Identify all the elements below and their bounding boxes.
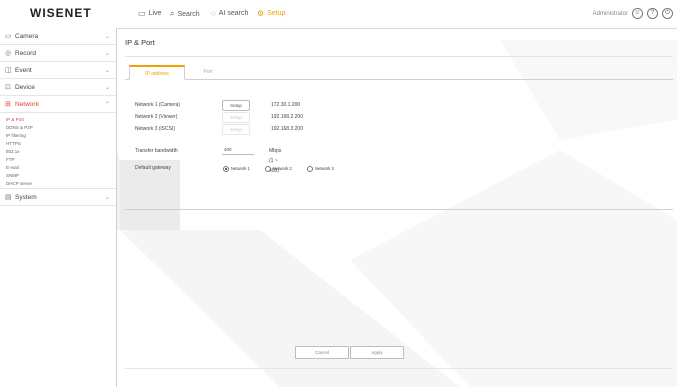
sidebar-sub-8021x[interactable]: 802.1x — [0, 148, 116, 156]
user-name[interactable]: Administrator — [593, 11, 628, 17]
chevron-down-icon: ⌄ — [104, 84, 110, 91]
sidebar-sub-snmp[interactable]: SNMP — [0, 172, 116, 180]
system-icon: ▤ — [5, 194, 12, 201]
sidebar-sub-dhcp-server[interactable]: DHCP server — [0, 180, 116, 188]
network-2-label: Network 2 (Viewer) — [135, 114, 178, 120]
top-right-controls: Administrator ☺ ? ⏻ — [593, 8, 673, 19]
apply-button[interactable]: Apply — [350, 346, 404, 359]
title-divider — [125, 56, 673, 57]
sidebar-sub-ftp[interactable]: FTP — [0, 156, 116, 164]
chevron-up-icon: ⌃ — [104, 101, 110, 108]
page-title: IP & Port — [125, 38, 155, 47]
sidebar-sub-https[interactable]: HTTPS — [0, 140, 116, 148]
chevron-down-icon: ⌄ — [104, 194, 110, 201]
network-3-label: Network 3 (iSCSI) — [135, 126, 176, 132]
bandwidth-input[interactable]: 400 — [222, 146, 254, 155]
monitor-icon: ▭ — [138, 9, 146, 18]
device-icon: ⊡ — [5, 84, 11, 91]
sidebar-item-device[interactable]: ⊡ Device ⌄ — [0, 79, 116, 96]
network-3-setup-button[interactable]: Setup — [222, 124, 250, 135]
nav-ai-search[interactable]: ◌ AI search — [211, 9, 248, 18]
sidebar-item-record[interactable]: ◎ Record ⌄ — [0, 45, 116, 62]
brand-logo: WISENET — [30, 6, 92, 20]
sidebar-item-camera[interactable]: ▭ Camera ⌄ — [0, 28, 116, 45]
help-icon[interactable]: ? — [647, 8, 658, 19]
sidebar-sub-ip-filtering[interactable]: IP filtering — [0, 132, 116, 140]
tab-bar: IP address Port — [125, 65, 673, 80]
ai-search-icon: ◌ — [211, 9, 216, 18]
radio-icon — [265, 166, 271, 172]
network-1-label: Network 1 (Camera) — [135, 102, 181, 108]
radio-icon — [307, 166, 313, 172]
nav-search[interactable]: ⌕ Search — [170, 9, 200, 19]
camera-icon: ▭ — [5, 33, 12, 40]
chevron-down-icon: ⌄ — [104, 33, 110, 40]
gateway-label: Default gateway — [135, 165, 171, 171]
network-2-ip: 192.168.2.200 — [271, 114, 303, 120]
footer-divider — [125, 368, 673, 369]
network-1-ip: 172.30.1.200 — [271, 102, 301, 108]
sidebar-item-system[interactable]: ▤ System ⌄ — [0, 188, 116, 206]
sidebar-sub-ddns-p2p[interactable]: DDNS & P2P — [0, 124, 116, 132]
tab-ip-address[interactable]: IP address — [129, 65, 185, 80]
event-icon: ◫ — [5, 67, 12, 74]
gateway-row: Default gateway Network 1 Network 2 Netw… — [135, 163, 435, 173]
radio-selected-icon — [223, 166, 229, 172]
setup-icon: ⚙ — [257, 9, 265, 18]
sidebar: ▭ Camera ⌄ ◎ Record ⌄ ◫ Event ⌄ ⊡ Device ⌄ ⊞ Netw… — [0, 28, 117, 387]
ip-address-panel: Network 1 (Camera) Setup 172.30.1.200 Ne… — [125, 79, 673, 210]
record-icon: ◎ — [5, 50, 12, 57]
search-icon: ⌕ — [170, 9, 175, 18]
sidebar-item-event[interactable]: ◫ Event ⌄ — [0, 62, 116, 79]
network-3-ip: 192.168.3.200 — [271, 126, 303, 132]
network-1-setup-button[interactable]: Setup — [222, 100, 250, 111]
bandwidth-label: Transfer bandwidth — [135, 148, 178, 154]
chevron-down-icon: ⌄ — [104, 50, 110, 57]
cancel-button[interactable]: Cancel — [295, 346, 349, 359]
gateway-radio-network-3[interactable]: Network 3 — [307, 164, 334, 174]
sidebar-sub-email[interactable]: E-mail — [0, 164, 116, 172]
network-icon: ⊞ — [5, 101, 11, 108]
nav-setup[interactable]: ⚙ Setup — [257, 9, 285, 18]
main-content: IP & Port IP address Port Network 1 (Cam… — [117, 28, 677, 387]
user-icon[interactable]: ☺ — [632, 8, 643, 19]
top-bar: WISENET ▭ Live ⌕ Search ◌ AI search ⚙ Setup … — [0, 0, 677, 29]
gateway-radio-network-1[interactable]: Network 1 — [223, 164, 250, 174]
chevron-down-icon: ⌄ — [104, 67, 110, 74]
exit-icon[interactable]: ⏻ — [662, 8, 673, 19]
nav-live[interactable]: ▭ Live — [138, 9, 161, 18]
gateway-radio-network-2[interactable]: Network 2 — [265, 164, 292, 174]
sidebar-item-network[interactable]: ⊞ Network ⌃ — [0, 96, 116, 113]
network-2-setup-button[interactable]: Setup — [222, 112, 250, 123]
tab-port[interactable]: Port — [191, 65, 225, 79]
sidebar-sub-ip-port[interactable]: IP & Port — [0, 116, 116, 124]
